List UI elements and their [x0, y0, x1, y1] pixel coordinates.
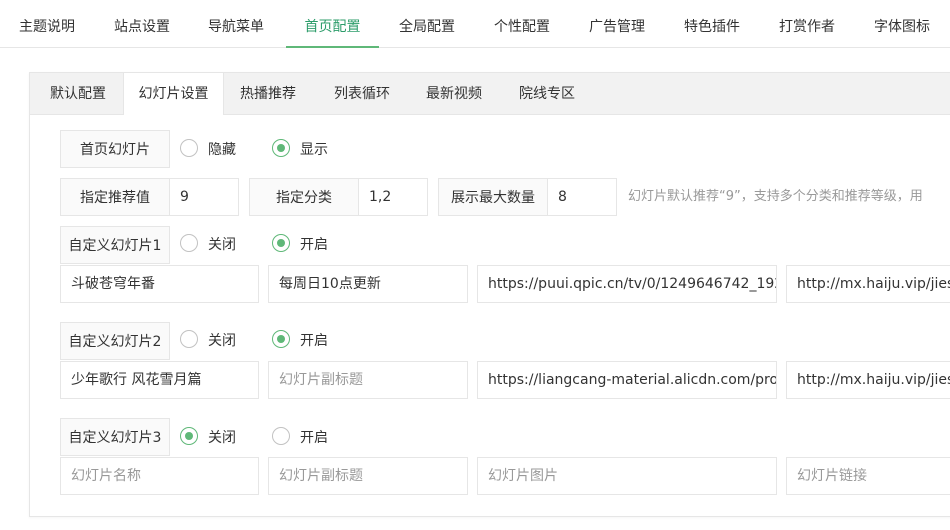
- tab-hot-recommend[interactable]: 热播推荐: [240, 73, 296, 115]
- radio-circle-icon: [180, 234, 198, 252]
- recommend-level-input[interactable]: 9: [169, 178, 239, 216]
- top-nav: 主题说明 站点设置 导航菜单 首页配置 全局配置 个性配置 广告管理 特色插件 …: [0, 0, 950, 48]
- custom-slide-2-image-input[interactable]: https://liangcang-material.alicdn.com/pr…: [477, 361, 777, 399]
- custom-slide-3-image-input[interactable]: 幻灯片图片: [477, 457, 777, 495]
- tab-cinema-zone[interactable]: 院线专区: [519, 73, 575, 115]
- category-input[interactable]: 1,2: [358, 178, 428, 216]
- nav-item-personal-config[interactable]: 个性配置: [494, 0, 550, 47]
- nav-item-feature-plugins[interactable]: 特色插件: [684, 0, 740, 47]
- category-label: 指定分类: [249, 178, 359, 216]
- tab-default-config[interactable]: 默认配置: [50, 73, 106, 115]
- homepage-slider-label: 首页幻灯片: [60, 130, 170, 168]
- max-count-input[interactable]: 8: [547, 178, 617, 216]
- custom-slide-2-link-input[interactable]: http://mx.haiju.vip/jiesh: [786, 361, 950, 399]
- radio-circle-icon: [180, 330, 198, 348]
- recommend-level-label: 指定推荐值: [60, 178, 170, 216]
- custom-slide-3-link-input[interactable]: 幻灯片链接: [786, 457, 950, 495]
- nav-item-ad-management[interactable]: 广告管理: [589, 0, 645, 47]
- max-count-label: 展示最大数量: [438, 178, 548, 216]
- nav-item-homepage-config[interactable]: 首页配置: [286, 0, 379, 48]
- radio-checked-icon: [180, 427, 198, 445]
- custom-slide-3-name-input[interactable]: 幻灯片名称: [60, 457, 259, 495]
- custom-slide-1-subtitle-input[interactable]: 每周日10点更新: [268, 265, 468, 303]
- custom-slide-2-subtitle-input[interactable]: 幻灯片副标题: [268, 361, 468, 399]
- nav-item-font-icons[interactable]: 字体图标: [874, 0, 930, 47]
- tab-slider-settings[interactable]: 幻灯片设置: [123, 73, 224, 115]
- recommend-hint: 幻灯片默认推荐“9”，支持多个分类和推荐等级，用: [628, 189, 923, 204]
- nav-item-global-config[interactable]: 全局配置: [399, 0, 455, 47]
- radio-checked-icon: [272, 139, 290, 157]
- custom-slide-2-label: 自定义幻灯片2: [60, 322, 170, 360]
- radio-circle-icon: [272, 427, 290, 445]
- sub-tab-bar: 默认配置 幻灯片设置 热播推荐 列表循环 最新视频 院线专区: [30, 73, 950, 115]
- nav-item-nav-menu[interactable]: 导航菜单: [208, 0, 264, 47]
- nav-item-donate-author[interactable]: 打赏作者: [779, 0, 835, 47]
- custom-slide-1-link-input[interactable]: http://mx.haiju.vip/jiesh: [786, 265, 950, 303]
- radio-checked-icon: [272, 330, 290, 348]
- custom-slide-3-label: 自定义幻灯片3: [60, 418, 170, 456]
- custom-slide-1-name-input[interactable]: 斗破苍穹年番: [60, 265, 259, 303]
- radio-circle-icon: [180, 139, 198, 157]
- nav-item-theme-info[interactable]: 主题说明: [19, 0, 75, 47]
- tab-list-loop[interactable]: 列表循环: [334, 73, 390, 115]
- custom-slide-1-label: 自定义幻灯片1: [60, 226, 170, 264]
- nav-item-site-settings[interactable]: 站点设置: [114, 0, 170, 47]
- custom-slide-2-name-input[interactable]: 少年歌行 风花雪月篇: [60, 361, 259, 399]
- tab-latest-video[interactable]: 最新视频: [426, 73, 482, 115]
- radio-checked-icon: [272, 234, 290, 252]
- custom-slide-3-subtitle-input[interactable]: 幻灯片副标题: [268, 457, 468, 495]
- custom-slide-1-image-input[interactable]: https://puui.qpic.cn/tv/0/1249646742_192…: [477, 265, 777, 303]
